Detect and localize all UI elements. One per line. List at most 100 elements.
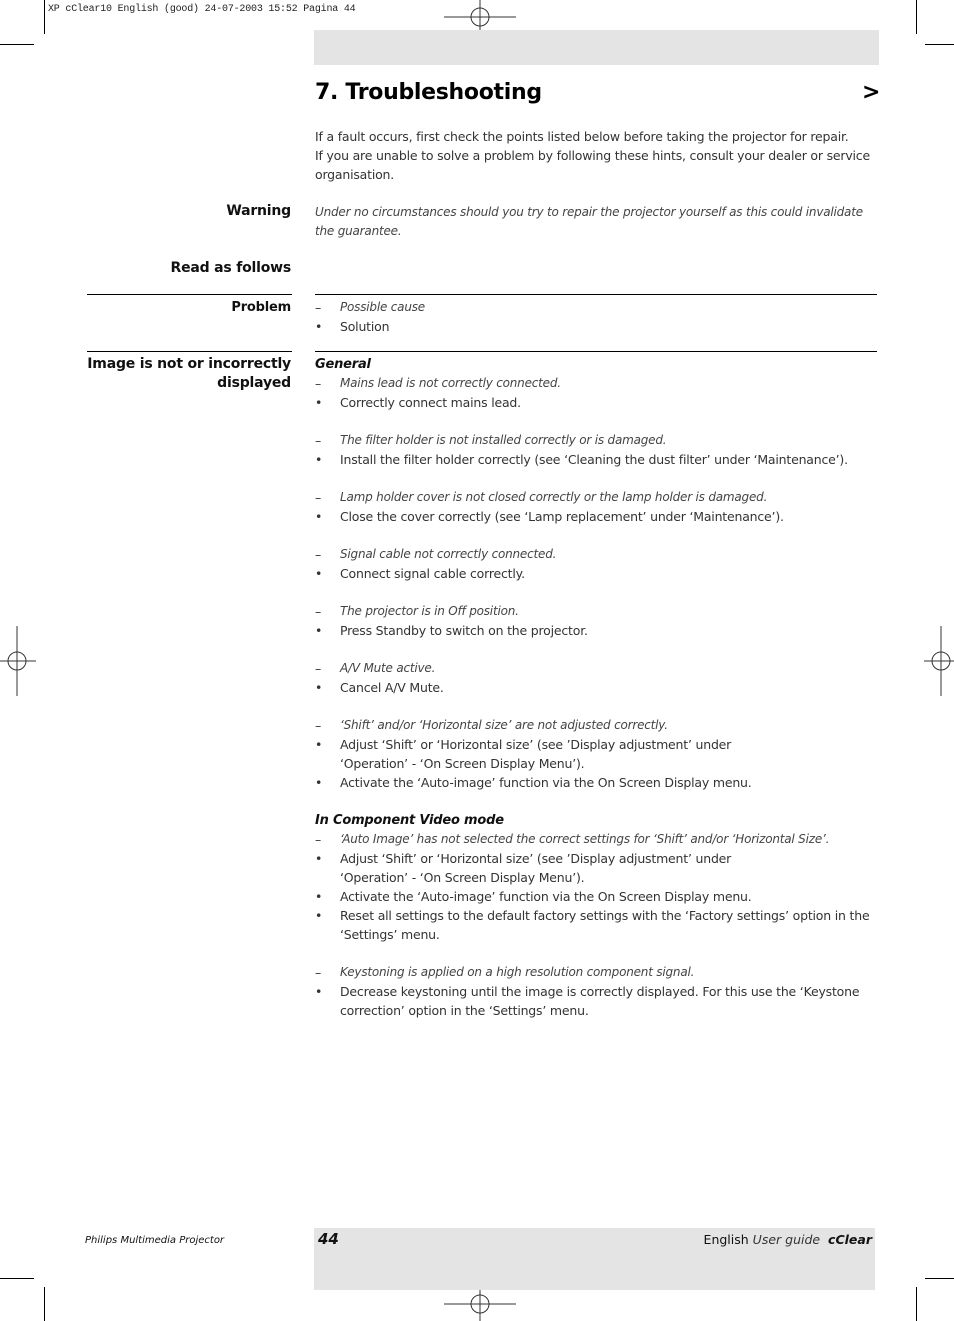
possible-cause: The filter holder is not installed corre…	[340, 433, 667, 447]
footer-guide: English User guide cClear	[704, 1232, 872, 1247]
bullet-marker: •	[315, 566, 323, 581]
solution-row: • Install the filter holder correctly (se…	[315, 450, 875, 469]
solution-row: • Activate the ‘Auto-image’ function via …	[315, 773, 875, 792]
crop-mark	[44, 0, 45, 34]
divider	[87, 294, 292, 295]
possible-cause: Keystoning is applied on a high resoluti…	[340, 965, 695, 979]
solution-row: • Connect signal cable correctly.	[315, 564, 875, 583]
warning-text: Under no circumstances should you try to…	[315, 205, 863, 238]
solution-row: correction’ option in the ‘Settings’ men…	[315, 1001, 875, 1020]
crop-mark	[925, 1278, 954, 1279]
bullet-marker: •	[315, 775, 323, 790]
solution: Adjust ‘Shift’ or ‘Horizontal size’ (see…	[340, 737, 732, 752]
bullet-marker: •	[315, 984, 323, 999]
dash-marker: –	[315, 661, 322, 676]
solution: Activate the ‘Auto-image’ function via t…	[340, 775, 752, 790]
possible-cause: Lamp holder cover is not closed correctl…	[340, 490, 768, 504]
possible-cause: A/V Mute active.	[340, 661, 436, 675]
bullet-marker: •	[315, 319, 323, 334]
divider	[315, 294, 877, 295]
legend-cause: Possible cause	[340, 300, 425, 314]
solution-row: • Press Standby to switch on the projecto…	[315, 621, 875, 640]
dash-marker: –	[315, 604, 322, 619]
divider	[315, 351, 877, 352]
cause-row: – The filter holder is not installed corr…	[315, 431, 875, 450]
dash-marker: –	[315, 832, 322, 847]
cause-row: – Mains lead is not correctly connected.	[315, 374, 875, 393]
dash-marker: –	[315, 718, 322, 733]
cause-row: – A/V Mute active.	[315, 659, 875, 678]
dash-marker: –	[315, 547, 322, 562]
solution: correction’ option in the ‘Settings’ men…	[340, 1003, 589, 1018]
cause-row: – ‘Shift’ and/or ‘Horizontal size’ are no…	[315, 716, 875, 735]
footer-product: Philips Multimedia Projector	[85, 1235, 225, 1246]
bullet-marker: •	[315, 395, 323, 410]
footer-user-guide: User guide	[752, 1232, 821, 1247]
solution: Install the filter holder correctly (see…	[340, 452, 848, 467]
cause-row: – Signal cable not correctly connected.	[315, 545, 875, 564]
bullet-marker: •	[315, 509, 323, 524]
dash-marker: –	[315, 300, 322, 315]
page-title: 7. Troubleshooting	[315, 80, 542, 105]
intro-line-2: If you are unable to solve a problem by …	[315, 148, 870, 182]
bullet-marker: •	[315, 737, 323, 752]
solution-row: • Close the cover correctly (see ‘Lamp re…	[315, 507, 875, 526]
dash-marker: –	[315, 490, 322, 505]
problem-legend-label: Problem	[231, 300, 291, 315]
cause-row: – The projector is in Off position.	[315, 602, 875, 621]
dash-marker: –	[315, 433, 322, 448]
legend-cause-row: – Possible cause	[315, 298, 875, 317]
divider	[87, 351, 292, 352]
cause-row: – Keystoning is applied on a high resolut…	[315, 963, 875, 982]
possible-cause: Signal cable not correctly connected.	[340, 547, 557, 561]
solution: Adjust ‘Shift’ or ‘Horizontal size’ (see…	[340, 851, 732, 866]
bullet-marker: •	[315, 908, 323, 923]
cause-row: – Lamp holder cover is not closed correct…	[315, 488, 875, 507]
bullet-marker: •	[315, 623, 323, 638]
header-band	[314, 30, 879, 65]
solution-row: • Correctly connect mains lead.	[315, 393, 875, 412]
possible-cause: Mains lead is not correctly connected.	[340, 376, 561, 390]
solution-row: • Adjust ‘Shift’ or ‘Horizontal size’ (se…	[315, 849, 875, 868]
crop-mark	[0, 1278, 34, 1279]
print-slug: XP cClear10 English (good) 24-07-2003 15…	[48, 4, 356, 15]
registration-mark-icon	[924, 626, 954, 696]
solution: ‘Settings’ menu.	[340, 927, 440, 942]
solution: Connect signal cable correctly.	[340, 566, 525, 581]
dash-marker: –	[315, 376, 322, 391]
registration-mark-icon	[444, 1286, 516, 1321]
solution-row: ‘Operation’ - ‘On Screen Display Menu’).	[315, 754, 875, 773]
footer-brand: cClear	[828, 1232, 872, 1247]
registration-mark-icon	[0, 626, 36, 696]
possible-cause: ‘Shift’ and/or ‘Horizontal size’ are not…	[340, 718, 668, 732]
bullet-marker: •	[315, 680, 323, 695]
solution-row: ‘Operation’ - ‘On Screen Display Menu’).	[315, 868, 875, 887]
possible-cause: ‘Auto Image’ has not selected the correc…	[340, 832, 830, 846]
section-heading: In Component Video mode	[315, 813, 504, 828]
footer-language: English	[703, 1232, 749, 1247]
bullet-marker: •	[315, 889, 323, 904]
intro-text: If a fault occurs, first check the point…	[315, 127, 875, 184]
solution-row: ‘Settings’ menu.	[315, 925, 875, 944]
solution: Cancel A/V Mute.	[340, 680, 444, 695]
crop-mark	[0, 44, 34, 45]
solution: Press Standby to switch on the projector…	[340, 623, 588, 638]
solution: Reset all settings to the default factor…	[340, 908, 870, 923]
solution-row: • Cancel A/V Mute.	[315, 678, 875, 697]
solution: ‘Operation’ - ‘On Screen Display Menu’).	[340, 756, 585, 771]
problem-label: Image is not or incorrectly displayed	[87, 356, 291, 391]
bullet-marker: •	[315, 452, 323, 467]
intro-line-1: If a fault occurs, first check the point…	[315, 129, 849, 144]
crop-mark	[925, 44, 954, 45]
warning-label: Warning	[226, 203, 291, 219]
solution: ‘Operation’ - ‘On Screen Display Menu’).	[340, 870, 585, 885]
crop-mark	[916, 1287, 917, 1321]
solution: Correctly connect mains lead.	[340, 395, 521, 410]
cause-row: – ‘Auto Image’ has not selected the corre…	[315, 830, 875, 849]
solution-row: • Adjust ‘Shift’ or ‘Horizontal size’ (se…	[315, 735, 875, 754]
bullet-marker: •	[315, 851, 323, 866]
dash-marker: –	[315, 965, 322, 980]
solution-row: • Activate the ‘Auto-image’ function via …	[315, 887, 875, 906]
solution-row: • Decrease keystoning until the image is …	[315, 982, 875, 1001]
legend-solution-row: • Solution	[315, 317, 875, 336]
